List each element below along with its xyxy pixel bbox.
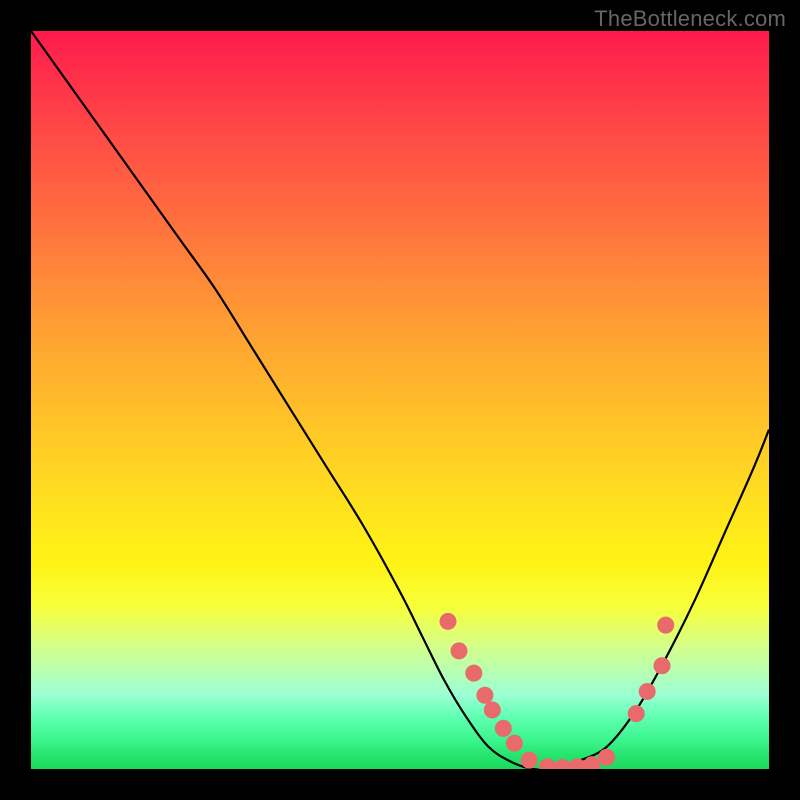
data-marker — [495, 720, 511, 736]
data-markers — [440, 613, 674, 769]
data-marker — [628, 706, 644, 722]
data-marker — [658, 617, 674, 633]
data-marker — [654, 658, 670, 674]
plot-area — [31, 31, 769, 769]
data-marker — [506, 735, 522, 751]
data-marker — [554, 760, 570, 770]
data-marker — [639, 684, 655, 700]
data-marker — [521, 752, 537, 768]
data-marker — [584, 757, 600, 769]
chart-frame: TheBottleneck.com — [0, 0, 800, 800]
data-marker — [599, 749, 615, 765]
data-marker — [540, 759, 556, 769]
data-marker — [451, 643, 467, 659]
watermark-text: TheBottleneck.com — [594, 6, 786, 32]
data-marker — [484, 702, 500, 718]
data-marker — [477, 687, 493, 703]
data-marker — [466, 665, 482, 681]
data-marker — [440, 613, 456, 629]
curve-svg — [31, 31, 769, 769]
